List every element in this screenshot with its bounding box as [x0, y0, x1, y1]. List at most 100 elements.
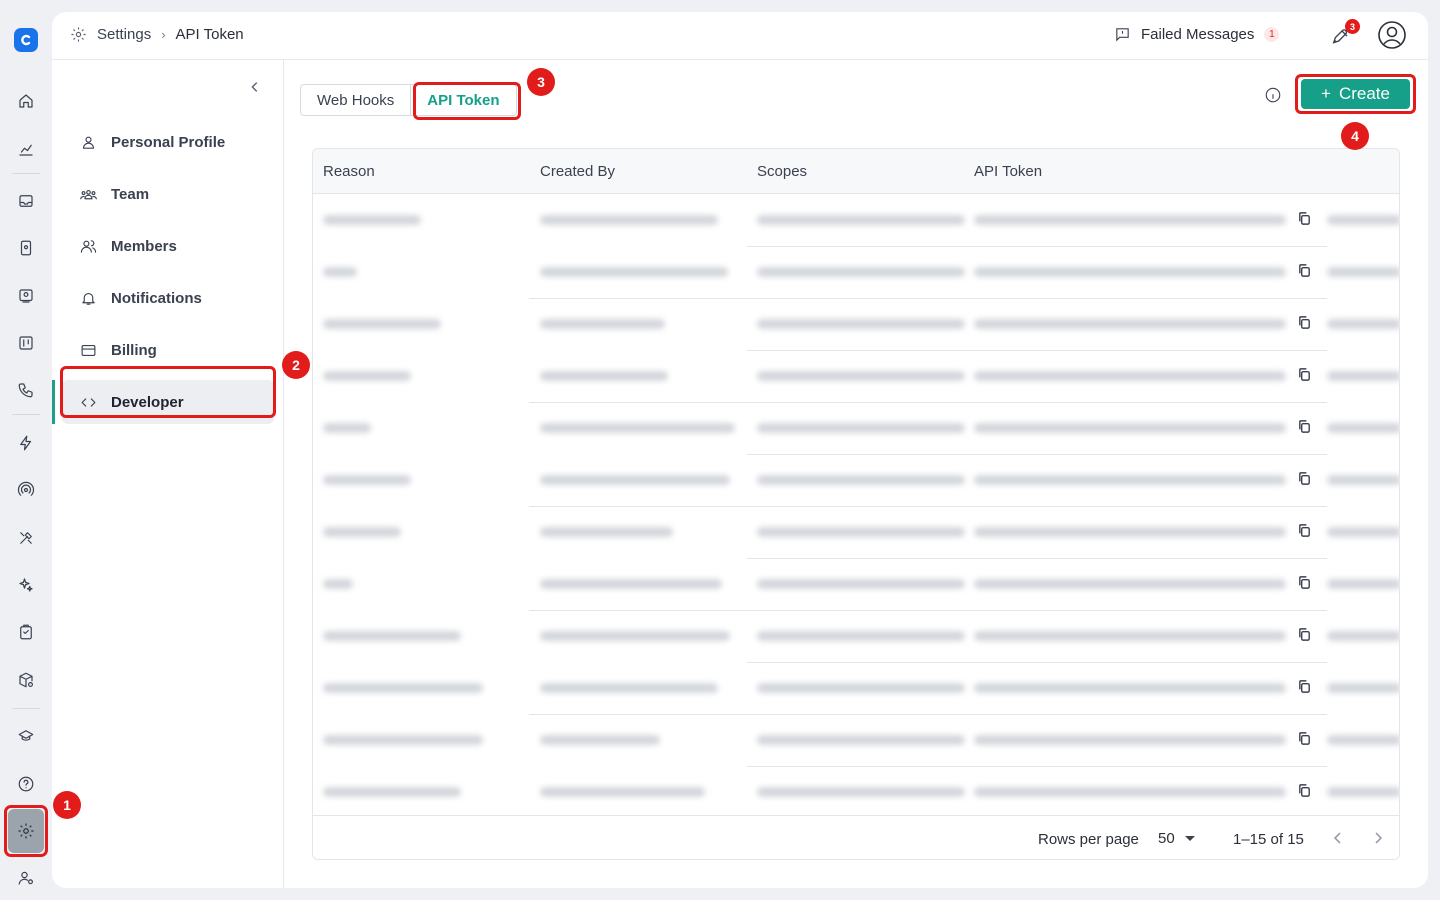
rows-per-page-select[interactable]: 50 [1158, 830, 1195, 847]
next-page-button[interactable] [1370, 830, 1388, 848]
inbox-icon[interactable] [14, 189, 38, 213]
breadcrumb-settings[interactable]: Settings [97, 26, 151, 43]
package-settings-icon[interactable] [14, 668, 38, 692]
reason-cell [323, 579, 353, 589]
copy-icon[interactable] [1297, 419, 1313, 435]
failed-messages[interactable]: Failed Messages 1 [1114, 26, 1280, 43]
prev-page-button[interactable] [1330, 830, 1348, 848]
extra-cell [1327, 787, 1399, 797]
extra-cell [1327, 371, 1399, 381]
table-row [313, 611, 1399, 663]
phone-icon[interactable] [14, 378, 38, 402]
message-alert-icon [1116, 28, 1129, 42]
screen-icon[interactable] [14, 284, 38, 308]
copy-icon[interactable] [1297, 523, 1313, 539]
column-reason: Reason [323, 163, 375, 180]
reason-cell [323, 735, 483, 745]
info-icon[interactable] [1264, 86, 1282, 104]
extra-cell [1327, 527, 1399, 537]
sidebar-item-members[interactable]: Members [62, 224, 274, 268]
caret-down-icon [1184, 836, 1195, 841]
sidebar-item-notifications[interactable]: Notifications [62, 276, 274, 320]
chevron-left-icon [1333, 832, 1341, 844]
reason-cell [323, 267, 357, 277]
sidebar-item-label: Team [111, 185, 150, 203]
api-token-cell [974, 423, 1286, 433]
announcements-button[interactable]: 3 [1332, 19, 1360, 48]
table-row [313, 507, 1399, 559]
scopes-cell [757, 787, 965, 797]
tab-web-hooks[interactable]: Web Hooks [301, 85, 410, 115]
extra-cell [1327, 319, 1399, 329]
broadcast-icon[interactable] [14, 478, 38, 502]
scopes-cell [757, 475, 965, 485]
clipboard-icon[interactable] [14, 620, 38, 644]
column-api-token: API Token [974, 163, 1043, 180]
extra-cell [1327, 267, 1399, 277]
sidebar-item-label: Members [111, 237, 177, 255]
scopes-cell [757, 631, 965, 641]
copy-icon[interactable] [1297, 679, 1313, 695]
scopes-cell [757, 683, 965, 693]
board-icon[interactable] [14, 331, 38, 355]
breadcrumb: Settings › API Token [70, 26, 244, 43]
user-settings-icon[interactable] [14, 866, 38, 890]
copy-icon[interactable] [1297, 471, 1313, 487]
created-by-cell [540, 683, 718, 693]
chevron-right-icon: › [161, 27, 166, 42]
created-by-cell [540, 319, 665, 329]
app-logo[interactable] [14, 28, 38, 52]
tools-icon[interactable] [14, 526, 38, 550]
api-token-cell [974, 267, 1286, 277]
created-by-cell [540, 527, 673, 537]
home-icon[interactable] [14, 89, 38, 113]
created-by-cell [540, 475, 730, 485]
copy-icon[interactable] [1297, 627, 1313, 643]
scopes-cell [757, 319, 965, 329]
help-icon[interactable] [14, 772, 38, 796]
analytics-icon[interactable] [14, 137, 38, 161]
extra-cell [1327, 735, 1399, 745]
academy-icon[interactable] [14, 724, 38, 748]
copy-icon[interactable] [1297, 211, 1313, 227]
api-token-cell [974, 527, 1286, 537]
copy-icon[interactable] [1297, 367, 1313, 383]
card-icon [81, 344, 96, 356]
reason-cell [323, 423, 371, 433]
api-token-cell [974, 683, 1286, 693]
members-icon [80, 239, 97, 253]
copy-icon[interactable] [1297, 263, 1313, 279]
reason-cell [323, 319, 441, 329]
user-avatar-icon [1378, 21, 1406, 49]
lightning-icon[interactable] [14, 431, 38, 455]
scopes-cell [757, 423, 965, 433]
copy-icon[interactable] [1297, 731, 1313, 747]
sidebar-item-personal-profile[interactable]: Personal Profile [62, 120, 274, 164]
sparkle-icon[interactable] [14, 573, 38, 597]
extra-cell [1327, 423, 1399, 433]
table-row [313, 663, 1399, 715]
table-row [313, 351, 1399, 403]
developer-highlight [60, 366, 276, 418]
sidebar-item-team[interactable]: Team [62, 172, 274, 216]
extra-cell [1327, 683, 1399, 693]
collapse-sidebar-button[interactable] [248, 80, 264, 96]
callout-marker-1: 1 [53, 791, 81, 819]
plus-icon: + [1321, 84, 1331, 103]
copy-icon[interactable] [1297, 575, 1313, 591]
settings-highlight [4, 805, 48, 857]
create-button[interactable]: + Create [1301, 79, 1410, 109]
rows-per-page-label: Rows per page [1038, 831, 1139, 848]
table-row [313, 455, 1399, 507]
contact-card-icon[interactable] [14, 236, 38, 260]
reason-cell [323, 215, 421, 225]
scopes-cell [757, 527, 965, 537]
rows-per-page-value: 50 [1158, 830, 1175, 847]
column-created-by: Created By [540, 163, 616, 180]
scopes-cell [757, 215, 965, 225]
table-row [313, 767, 1399, 819]
avatar[interactable] [1377, 20, 1407, 50]
callout-marker-3: 3 [527, 68, 555, 96]
copy-icon[interactable] [1297, 783, 1313, 799]
copy-icon[interactable] [1297, 315, 1313, 331]
